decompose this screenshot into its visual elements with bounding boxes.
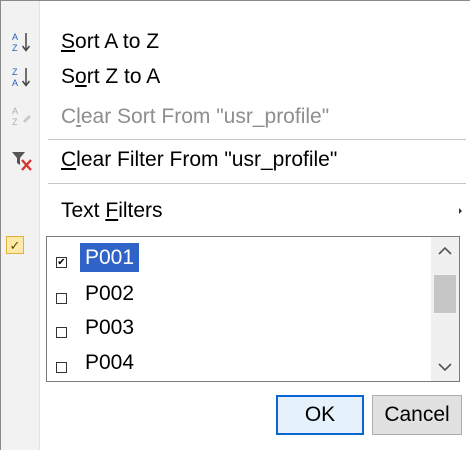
filter-values-list[interactable]: ✔ P001 P002 P003 P004 [46,236,460,382]
list-item-label: P004 [85,351,135,374]
menu-item-clear-filter[interactable]: Clear Filter From "usr_profile" [40,141,468,179]
checkmark-icon: ✓ [6,236,24,254]
list-item[interactable]: P004 [47,345,432,380]
menu-item-label: Clear Filter From "usr_profile" [61,148,338,171]
cancel-button[interactable]: Cancel [372,395,462,435]
menu-separator [48,183,466,184]
clear-filter-icon [11,149,33,173]
scroll-up-button[interactable] [431,239,459,263]
item-checkbox[interactable] [56,327,67,338]
autofilter-dropdown: A Z Sort A to Z Z A Sort Z to A A Z Clea… [0,0,470,450]
menu-item-label: Clear Sort From "usr_profile" [61,105,330,128]
list-item[interactable]: ✔ P001 [47,240,432,275]
chevron-up-icon [438,246,452,255]
menu-item-label: Text Filters [61,199,163,222]
list-item-label: P003 [85,316,135,339]
item-checkbox[interactable]: ✔ [56,257,67,268]
svg-text:Z: Z [12,117,18,127]
svg-text:A: A [12,106,18,116]
list-item[interactable]: P002 [47,276,432,311]
menu-item-sort-a-to-z[interactable]: Sort A to Z [40,23,468,61]
sort-descending-icon: Z A [11,65,33,89]
scroll-thumb[interactable] [434,275,456,313]
menu-separator [48,139,466,140]
ok-button[interactable]: OK [276,395,364,435]
item-checkbox[interactable] [56,293,67,304]
menu-item-clear-sort: Clear Sort From "usr_profile" [40,98,468,136]
menu-item-text-filters[interactable]: Text Filters [40,192,468,230]
item-checkbox[interactable] [56,362,67,373]
svg-text:Z: Z [12,67,18,77]
menu-item-label: Sort Z to A [61,65,161,88]
svg-text:A: A [12,78,18,88]
svg-text:Z: Z [12,43,18,53]
list-item-label: P002 [85,282,135,305]
top-border [0,0,470,1]
svg-text:A: A [12,32,18,42]
chevron-down-icon [438,363,452,372]
list-item[interactable]: P003 [47,310,432,345]
list-item-label: P001 [80,243,140,272]
menu-item-sort-z-to-a[interactable]: Sort Z to A [40,58,468,96]
sort-ascending-icon: A Z [11,30,33,54]
vertical-scrollbar[interactable] [431,237,459,381]
scroll-down-button[interactable] [431,355,459,379]
clear-sort-icon: A Z [11,104,33,128]
menu-item-label: Sort A to Z [61,30,160,53]
submenu-arrow-icon [459,208,462,214]
